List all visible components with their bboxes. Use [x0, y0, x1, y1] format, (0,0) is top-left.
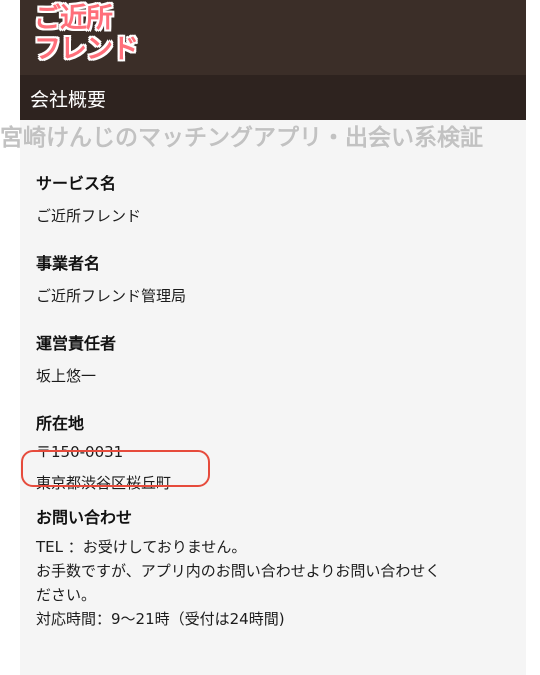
manager-heading: 運営責任者: [36, 334, 117, 353]
contact-note-line-1: お手数ですが、アプリ内のお問い合わせよりお問い合わせく: [36, 562, 441, 580]
operator-section: 事業者名 ご近所フレンド管理局: [36, 253, 186, 307]
address-highlight-circle: [21, 450, 210, 487]
app-logo[interactable]: ご近所 フレンド: [34, 3, 144, 67]
app-frame: ご近所 フレンド 会社概要 サービス名 ご近所フレンド 事業者名 ご近所フレンド…: [20, 0, 526, 675]
address-heading: 所在地: [36, 414, 85, 433]
service-name-section: サービス名 ご近所フレンド: [36, 173, 141, 227]
contact-section: お問い合わせ TEL ：お受けしておりません。 お手数ですが、アプリ内のお問い合…: [36, 507, 440, 631]
page-title-bar: 会社概要: [20, 75, 526, 120]
operator-value: ご近所フレンド管理局: [36, 287, 187, 305]
operator-heading: 事業者名: [36, 254, 101, 273]
contact-tel: TEL ：お受けしておりません。: [36, 538, 247, 556]
service-name-value: ご近所フレンド: [36, 207, 142, 225]
manager-value: 坂上悠一: [36, 367, 97, 385]
app-header: ご近所 フレンド: [20, 0, 526, 75]
page-title: 会社概要: [30, 89, 107, 111]
watermark-text: 宮崎けんじのマッチングアプリ・出会い系検証: [0, 125, 483, 151]
contact-heading: お問い合わせ: [36, 508, 133, 527]
manager-section: 運営責任者 坂上悠一: [36, 333, 116, 387]
service-name-heading: サービス名: [36, 174, 117, 193]
logo-text-line-1: ご近所: [34, 3, 113, 34]
contact-hours: 対応時間：9〜21時（受付は24時間): [36, 610, 285, 628]
contact-note-line-2: ださい。: [36, 586, 97, 604]
logo-text-line-2: フレンド: [34, 34, 139, 65]
